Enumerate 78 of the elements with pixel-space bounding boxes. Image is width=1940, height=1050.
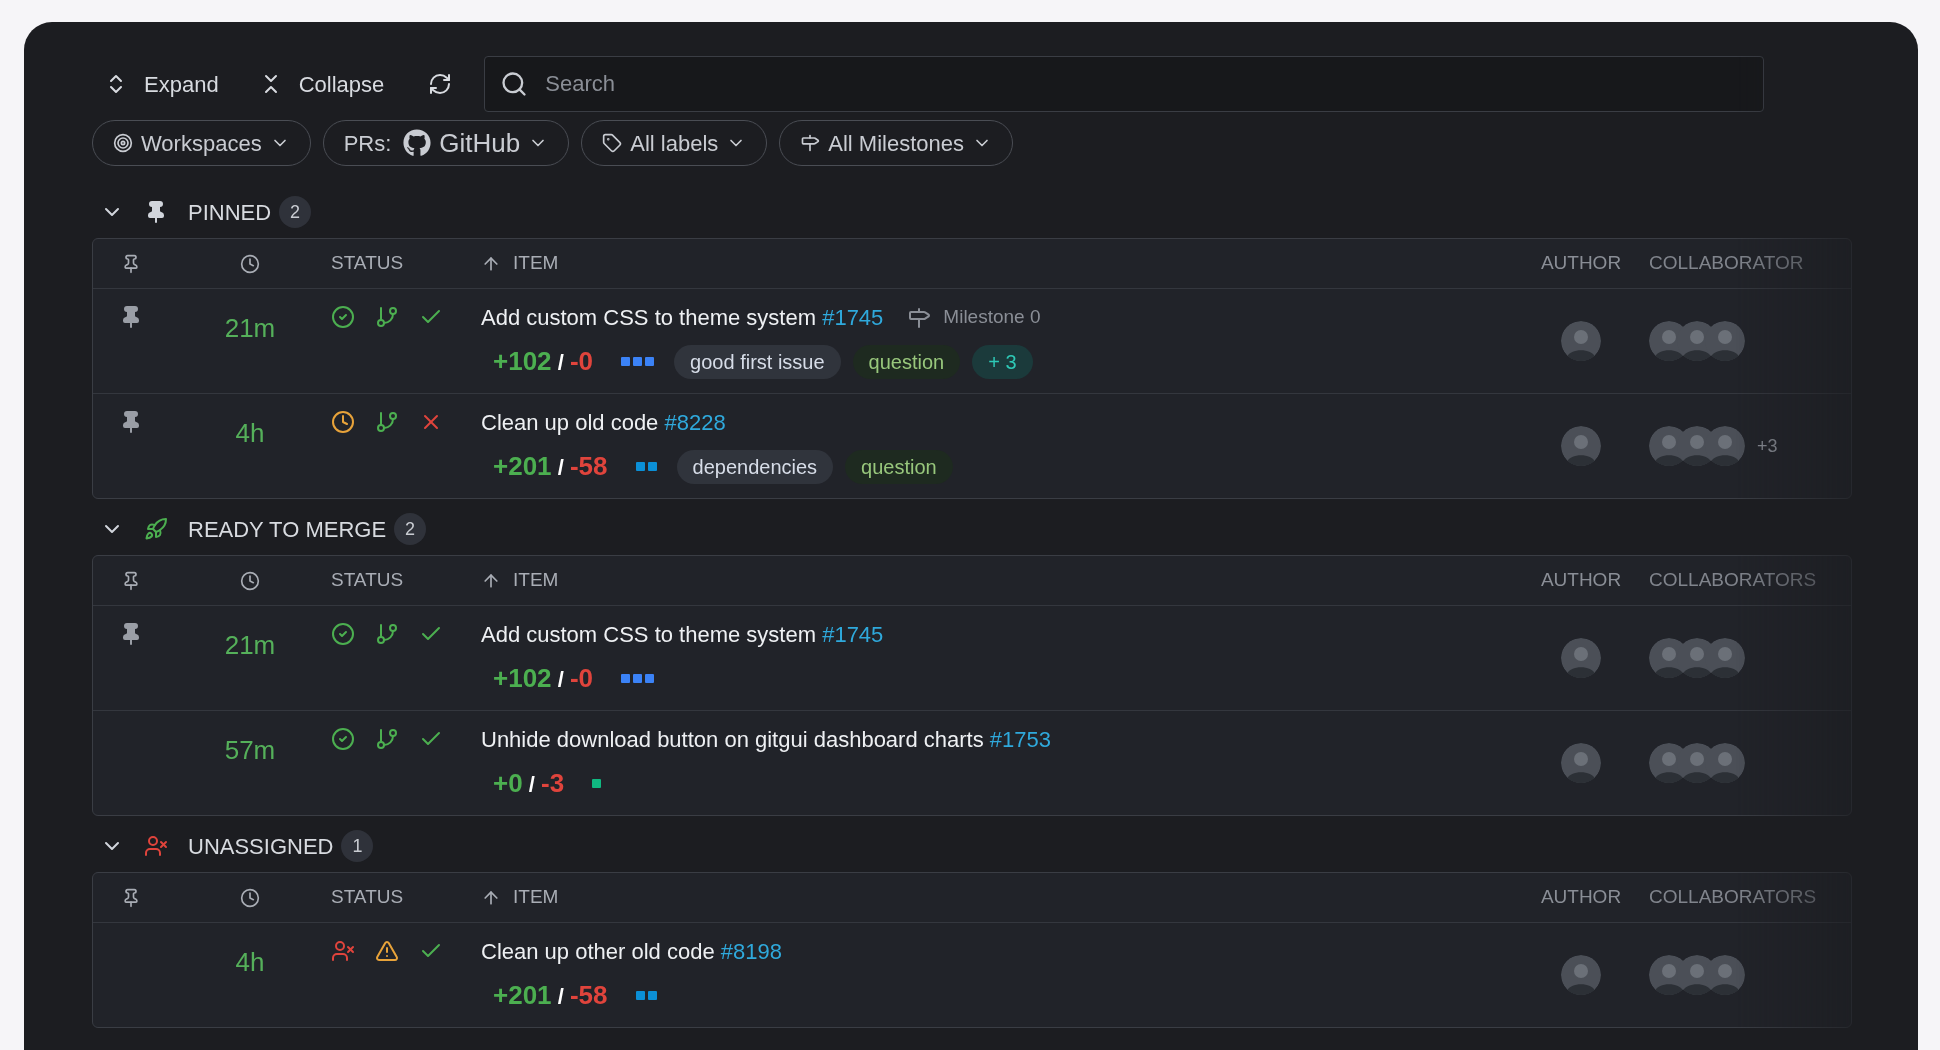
check-circle-icon (331, 305, 355, 329)
branch-icon (375, 410, 399, 434)
label-tag: + 3 (972, 344, 1033, 379)
diff-stats: +102 / -0 (493, 345, 594, 378)
count-badge: 2 (394, 513, 427, 545)
more-count: +3 (1757, 434, 1778, 458)
issue-link[interactable]: #1753 (989, 727, 1051, 752)
diff-stats: +0 / -3 (493, 767, 565, 800)
column-header: STATUS (331, 251, 405, 276)
column-header: AUTHOR (1539, 568, 1623, 593)
issue-link[interactable]: #1745 (822, 622, 884, 647)
user-slash-icon (331, 939, 355, 963)
author-avatar (1561, 321, 1601, 361)
expand-button[interactable]: Expand (92, 67, 231, 101)
signpost-icon (800, 133, 821, 153)
author-avatar (1561, 638, 1601, 678)
search-icon (500, 70, 529, 98)
item-title: Add custom CSS to theme system #1745 (481, 304, 884, 332)
column-header: AUTHOR (1539, 885, 1623, 910)
milestone-text: Milestone 0 (943, 305, 1041, 330)
diff-stats: +201 / -58 (493, 450, 608, 483)
branch-icon (375, 622, 399, 646)
label-tag: question (845, 449, 953, 484)
issue-link[interactable]: #1745 (822, 305, 884, 330)
count-badge: 1 (341, 830, 374, 862)
author-avatar (1561, 955, 1601, 995)
user-slash-icon (144, 834, 168, 858)
search-field[interactable]: Search (484, 56, 1765, 112)
item-title: Add custom CSS to theme system #1745 (481, 621, 884, 649)
diff-stats: +102 / -0 (493, 662, 594, 695)
column-header: STATUS (331, 568, 405, 593)
check-circle-icon (331, 622, 355, 646)
age-text: 4h (235, 417, 265, 450)
target-icon (113, 133, 133, 153)
clock-icon (240, 570, 260, 591)
author-avatar (1561, 426, 1601, 466)
label-tag: question (852, 344, 961, 379)
pin-icon (121, 570, 141, 591)
item-title: Unhide download button on gitgui dashboard charts #1753 (481, 726, 1051, 754)
branch-icon (375, 305, 399, 329)
age-text: 21m (224, 312, 276, 345)
check-circle-icon (331, 727, 355, 751)
clock-icon (240, 887, 260, 908)
column-header: ITEM (513, 251, 559, 276)
age-text: 21m (224, 629, 276, 662)
column-header: COLLABORATORS (1648, 568, 1818, 593)
clock-icon (331, 410, 355, 434)
column-header: AUTHOR (1539, 251, 1623, 276)
github-icon (403, 129, 432, 157)
age-text: 4h (235, 946, 265, 979)
clock-icon (240, 253, 260, 274)
author-avatar (1561, 743, 1601, 783)
label-tag: good first issue (674, 344, 841, 379)
refresh-icon (428, 72, 453, 96)
age-text: 57m (224, 734, 276, 767)
item-title: Clean up old code #8228 (481, 409, 726, 437)
pin-icon (121, 253, 141, 274)
count-badge: 2 (279, 196, 312, 228)
issue-link[interactable]: #8228 (664, 410, 726, 435)
column-header: ITEM (513, 568, 559, 593)
signpost-icon (907, 305, 932, 330)
diff-stats: +201 / -58 (493, 979, 608, 1012)
column-header: STATUS (331, 885, 405, 910)
pin-icon (121, 887, 141, 908)
column-header: COLLABORATOR (1648, 251, 1805, 276)
issue-link[interactable]: #8198 (720, 939, 782, 964)
item-title: Clean up other old code #8198 (481, 938, 782, 966)
tag-icon (602, 133, 623, 153)
warning-icon (375, 939, 399, 963)
column-header: ITEM (513, 885, 559, 910)
collapse-button[interactable]: Collapse (246, 67, 397, 101)
section-title: READY TO MERGE (188, 515, 387, 544)
branch-icon (375, 727, 399, 751)
section-title: PINNED (188, 198, 272, 227)
section-title: UNASSIGNED (188, 832, 334, 861)
label-tag: dependencies (676, 449, 834, 484)
column-header: COLLABORATORS (1648, 885, 1818, 910)
rocket-icon (144, 517, 168, 541)
